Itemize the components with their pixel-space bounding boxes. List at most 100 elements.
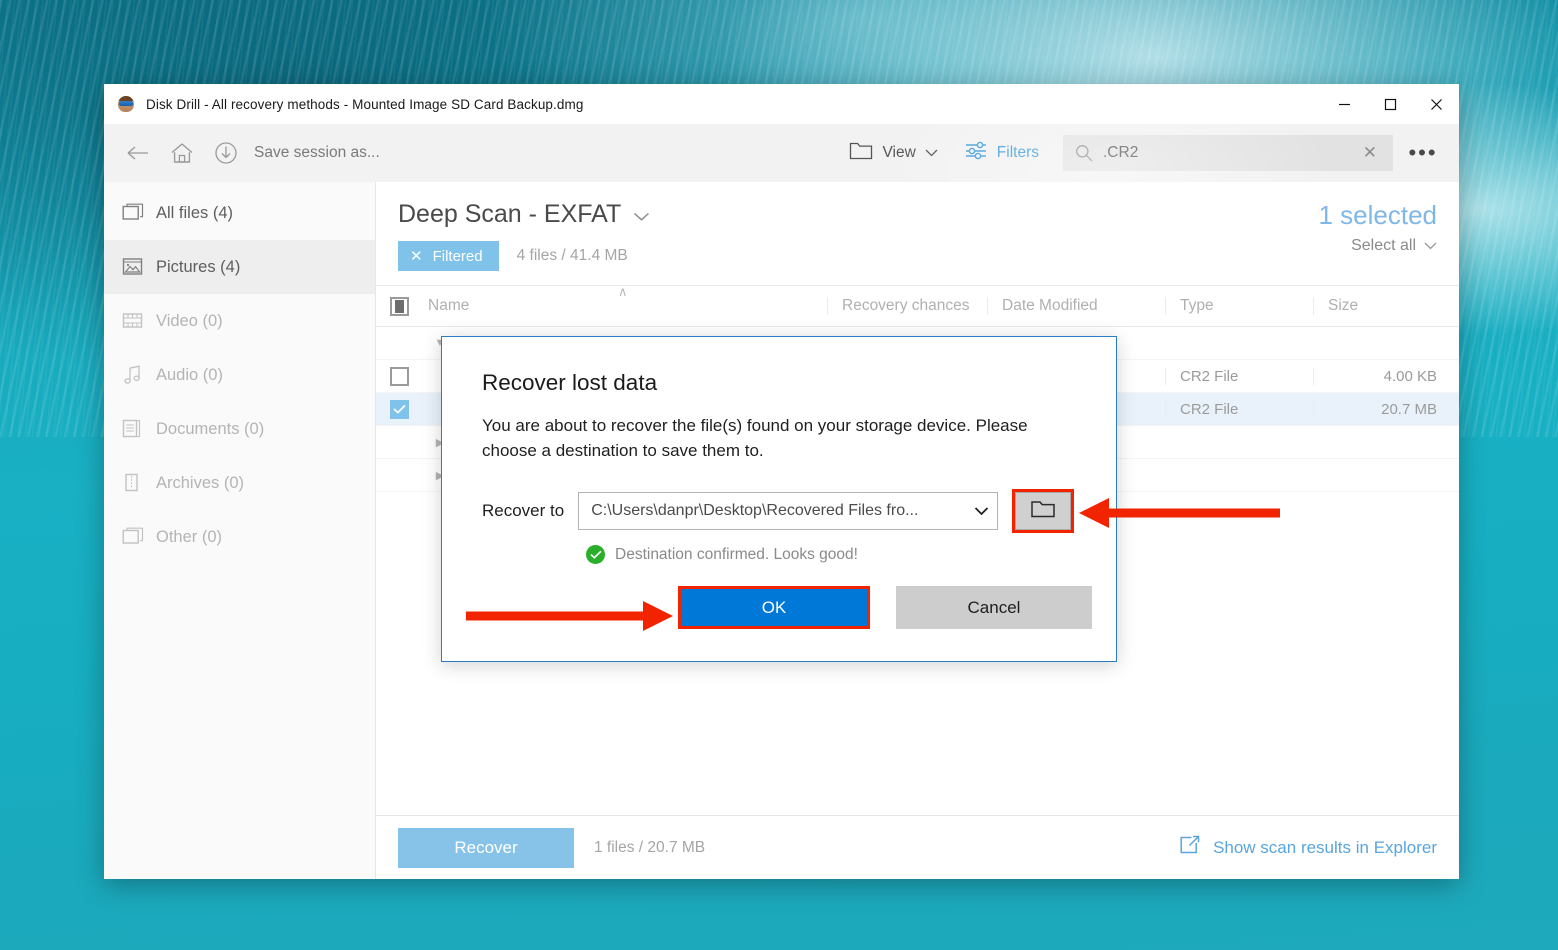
folder-icon [1030, 499, 1056, 524]
filtered-chip[interactable]: ✕ Filtered [398, 241, 499, 271]
chevron-down-icon [925, 144, 938, 162]
show-scan-results-in-explorer-link[interactable]: Show scan results in Explorer [1179, 835, 1437, 860]
music-note-icon [122, 365, 156, 385]
other-files-icon [122, 527, 156, 547]
sidebar-item-label: Audio (0) [156, 365, 223, 384]
column-header-date-modified[interactable]: Date Modified [987, 297, 1165, 315]
row-type: CR2 File [1165, 367, 1313, 385]
row-size: 20.7 MB [1313, 400, 1459, 418]
sidebar-item-pictures[interactable]: Pictures (4) [104, 240, 375, 294]
file-stats: 4 files / 41.4 MB [516, 247, 628, 264]
clear-search-icon[interactable]: ✕ [1355, 144, 1385, 161]
row-checkbox[interactable] [376, 399, 422, 419]
back-arrow-icon[interactable] [116, 131, 160, 175]
selection-stats: 1 files / 20.7 MB [594, 838, 706, 856]
destination-confirmation: Destination confirmed. Looks good! [442, 533, 1116, 565]
sliders-icon [964, 140, 988, 165]
table-header-row: Name ∧ Recovery chances Date Modified Ty… [376, 284, 1459, 327]
destination-confirmation-text: Destination confirmed. Looks good! [615, 545, 858, 563]
select-all-checkbox[interactable] [376, 296, 422, 316]
files-icon [122, 203, 156, 223]
sidebar-item-label: Documents (0) [156, 419, 265, 438]
sidebar-item-video[interactable]: Video (0) [104, 294, 375, 348]
chevron-down-icon [1424, 237, 1437, 255]
sidebar-item-label: Archives (0) [156, 473, 245, 492]
search-input[interactable] [1103, 143, 1355, 162]
maximize-button[interactable] [1367, 84, 1413, 124]
search-box[interactable]: ✕ [1063, 134, 1393, 171]
sidebar: All files (4) Pictures (4) Video (0) Aud… [104, 182, 376, 879]
window-titlebar: Disk Drill - All recovery methods - Moun… [104, 84, 1459, 124]
sidebar-item-documents[interactable]: Documents (0) [104, 402, 375, 456]
filter-row: ✕ Filtered 4 files / 41.4 MB [398, 241, 650, 271]
ok-button[interactable]: OK [681, 589, 867, 627]
save-session-button[interactable]: Save session as... [254, 144, 380, 162]
sidebar-item-label: All files (4) [156, 203, 234, 222]
row-type: CR2 File [1165, 400, 1313, 418]
select-all-label: Select all [1351, 237, 1416, 254]
chevron-down-icon [633, 200, 650, 229]
dialog-body-text: You are about to recover the file(s) fou… [482, 416, 1028, 460]
explorer-link-label: Show scan results in Explorer [1213, 837, 1437, 857]
more-options-button[interactable]: ••• [1401, 131, 1445, 175]
column-header-size[interactable]: Size [1313, 297, 1459, 315]
sidebar-item-label: Pictures (4) [156, 257, 241, 276]
filtered-chip-label: Filtered [432, 247, 483, 265]
sidebar-item-label: Other (0) [156, 527, 223, 546]
document-icon [122, 419, 156, 439]
film-icon [122, 311, 156, 331]
download-circle-icon[interactable] [204, 131, 248, 175]
sidebar-item-audio[interactable]: Audio (0) [104, 348, 375, 402]
chevron-down-icon [974, 503, 989, 519]
window-controls [1321, 84, 1459, 124]
browse-button-highlight [1012, 489, 1075, 534]
sidebar-item-other[interactable]: Other (0) [104, 510, 375, 564]
column-header-name[interactable]: Name ∧ [422, 284, 827, 315]
sidebar-item-label: Video (0) [156, 311, 223, 330]
selected-count: 1 selected [1318, 200, 1437, 230]
close-button[interactable] [1413, 84, 1459, 124]
picture-icon [122, 257, 156, 277]
dialog-buttons: OK Cancel [442, 564, 1116, 630]
column-label: Name [428, 297, 470, 314]
select-all-button[interactable]: Select all [1318, 237, 1437, 255]
content-header: Deep Scan - EXFAT ✕ Filtered 4 files / 4… [376, 182, 1459, 271]
recover-to-row: Recover to C:\Users\danpr\Desktop\Recove… [442, 463, 1116, 534]
folder-icon [849, 141, 873, 165]
window-title: Disk Drill - All recovery methods - Moun… [146, 96, 584, 112]
open-external-icon [1179, 835, 1201, 860]
search-icon [1075, 144, 1093, 162]
view-label: View [882, 143, 916, 161]
check-circle-icon [586, 545, 605, 565]
dialog-title: Recover lost data [482, 370, 658, 395]
filters-button[interactable]: Filters [954, 133, 1049, 172]
page-title: Deep Scan - EXFAT [398, 200, 622, 228]
bottom-action-bar: Recover 1 files / 20.7 MB Show scan resu… [376, 815, 1459, 879]
row-size: 4.00 KB [1313, 367, 1459, 385]
row-checkbox[interactable] [376, 366, 422, 386]
destination-path-value: C:\Users\danpr\Desktop\Recovered Files f… [591, 502, 919, 520]
filters-label: Filters [996, 143, 1039, 161]
cancel-button[interactable]: Cancel [896, 586, 1092, 630]
home-icon[interactable] [160, 131, 204, 175]
destination-path-select[interactable]: C:\Users\danpr\Desktop\Recovered Files f… [578, 492, 999, 531]
column-header-recovery-chances[interactable]: Recovery chances [827, 297, 987, 315]
archive-icon [122, 473, 156, 493]
recover-button[interactable]: Recover [398, 827, 574, 868]
ok-button-highlight: OK [678, 586, 870, 630]
recover-lost-data-dialog: Recover lost data You are about to recov… [441, 336, 1117, 662]
selection-summary: 1 selected Select all [1318, 200, 1437, 271]
disk-drill-icon [118, 96, 134, 112]
sidebar-item-all-files[interactable]: All files (4) [104, 186, 375, 240]
recover-to-label: Recover to [482, 501, 565, 521]
column-header-type[interactable]: Type [1165, 297, 1313, 315]
close-icon[interactable]: ✕ [410, 247, 423, 265]
main-toolbar: Save session as... View Filters .CR2 ✕ •… [104, 124, 1459, 182]
view-button[interactable]: View [839, 134, 947, 172]
desktop-wallpaper: Disk Drill - All recovery methods - Moun… [0, 0, 1558, 950]
minimize-button[interactable] [1321, 84, 1367, 124]
sort-ascending-icon: ∧ [618, 284, 628, 299]
browse-folder-button[interactable] [1015, 492, 1072, 531]
scan-title-dropdown[interactable]: Deep Scan - EXFAT [398, 200, 650, 229]
sidebar-item-archives[interactable]: Archives (0) [104, 456, 375, 510]
